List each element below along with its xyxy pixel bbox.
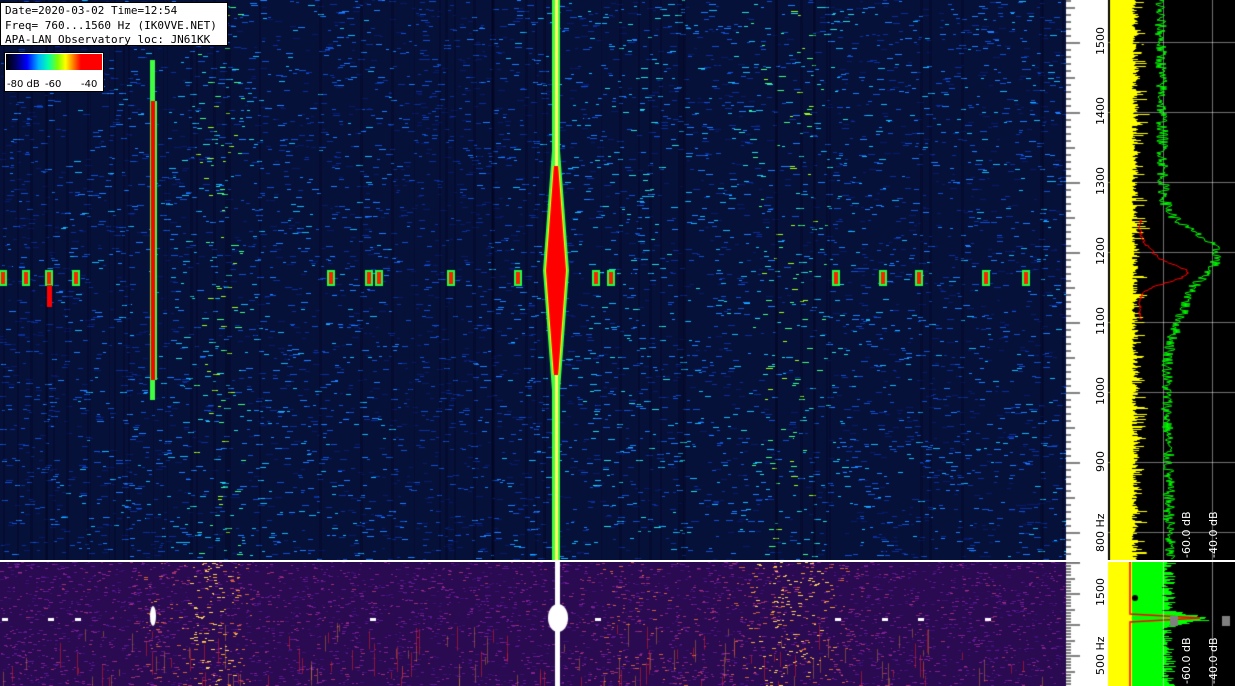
db-scale-label: -60.0 dB <box>1180 511 1193 559</box>
top-waterfall-spectrogram <box>0 0 1235 560</box>
legend-mid-label: -60 <box>45 79 62 90</box>
info-observatory: APA-LAN Observatory loc: JN61KK <box>5 33 211 46</box>
db-scale-label: -60.0 dB <box>1180 637 1193 685</box>
top-frequency-tick-label: 1400 <box>1094 97 1107 126</box>
top-frequency-tick-label: 800 Hz <box>1094 513 1107 552</box>
top-frequency-tick-label: 1000 <box>1094 377 1107 406</box>
top-frequency-tick-label: 900 <box>1094 450 1107 472</box>
color-legend: -80 dB -60 -40 <box>4 52 104 92</box>
top-frequency-tick-label: 1300 <box>1094 167 1107 196</box>
top-frequency-tick-label: 1200 <box>1094 237 1107 266</box>
color-scale-bar <box>6 54 102 70</box>
bottom-waterfall-spectrogram <box>0 562 1235 686</box>
bottom-frequency-tick-label: 1500 <box>1094 578 1107 607</box>
top-frequency-tick-label: 1500 <box>1094 27 1107 56</box>
legend-min-label: -80 dB <box>7 79 40 90</box>
db-scale-label: -40.0 dB <box>1207 637 1220 685</box>
info-date-time: Date=2020-03-02 Time=12:54 <box>5 4 178 17</box>
legend-max-label: -40 <box>81 79 98 90</box>
bottom-frequency-tick-label: 500 Hz <box>1094 636 1107 675</box>
info-frequency: Freq= 760...1560 Hz (IK0VVE.NET) <box>5 18 217 32</box>
info-box: Date=2020-03-02 Time=12:54 Freq= 760...1… <box>0 2 228 46</box>
top-frequency-tick-label: 1100 <box>1094 307 1107 336</box>
db-scale-label: -40.0 dB <box>1207 511 1220 559</box>
